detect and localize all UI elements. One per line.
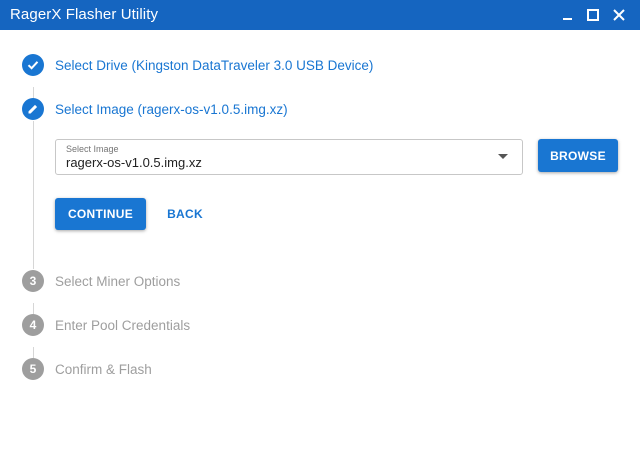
stepper: Select Drive (Kingston DataTraveler 3.0 …: [0, 30, 640, 475]
step-5-label: Confirm & Flash: [55, 362, 152, 377]
step-connector: [32, 121, 34, 269]
title-bar: RagerX Flasher Utility: [0, 0, 640, 30]
close-button[interactable]: [609, 5, 629, 25]
back-button[interactable]: BACK: [160, 198, 210, 230]
pencil-icon: [28, 104, 38, 114]
step-connector: [32, 303, 34, 314]
check-icon: [27, 61, 39, 70]
step-3-label: Select Miner Options: [55, 274, 181, 289]
step-2-circle: [22, 98, 44, 120]
image-select-value: ragerx-os-v1.0.5.img.xz: [66, 155, 202, 170]
step-4-label: Enter Pool Credentials: [55, 318, 191, 333]
step-4-circle: 4: [22, 314, 44, 336]
step-connector: [32, 347, 34, 358]
maximize-icon: [587, 9, 599, 21]
continue-button[interactable]: CONTINUE: [55, 198, 146, 230]
minimize-icon: [563, 18, 572, 20]
dropdown-arrow-icon[interactable]: [498, 154, 508, 159]
maximize-button[interactable]: [583, 5, 603, 25]
step-1-circle: [22, 54, 44, 76]
step-3-circle: 3: [22, 270, 44, 292]
close-icon: [613, 9, 625, 21]
window-title: RagerX Flasher Utility: [10, 6, 159, 23]
browse-button[interactable]: BROWSE: [538, 139, 618, 172]
step-1-label[interactable]: Select Drive (Kingston DataTraveler 3.0 …: [55, 58, 373, 73]
image-select-label: Select Image: [66, 144, 119, 154]
minimize-button[interactable]: [558, 5, 578, 25]
step-5-circle: 5: [22, 358, 44, 380]
step-2-label[interactable]: Select Image (ragerx-os-v1.0.5.img.xz): [55, 102, 288, 117]
image-select[interactable]: Select Image ragerx-os-v1.0.5.img.xz: [55, 139, 523, 175]
